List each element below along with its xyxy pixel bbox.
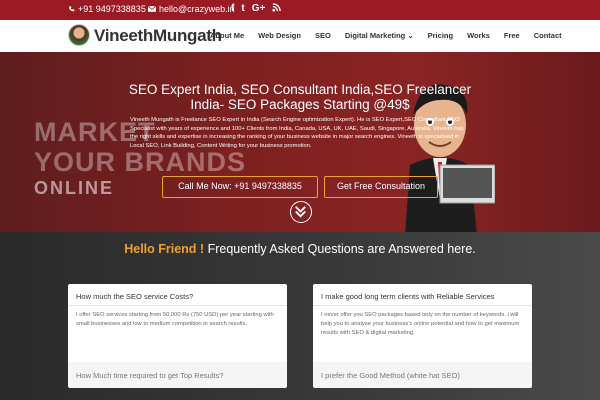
faq-card-collapsed[interactable]: How Much time required to get Top Result… — [68, 362, 287, 388]
faq-heading-text: Frequently Asked Questions are Answered … — [204, 242, 476, 256]
main-nav: About Me Web Design SEO Digital Marketin… — [210, 31, 562, 40]
faq-question: I make good long term clients with Relia… — [321, 292, 495, 301]
faq-answer: I offer SEO services starting from 50,00… — [76, 312, 274, 327]
chevron-down-icon: ⌄ — [407, 31, 414, 40]
double-chevron-down-icon — [295, 206, 306, 218]
scroll-down-button[interactable] — [290, 201, 312, 223]
hero-section: MARKET YOUR BRANDS ONLINE SEO Expert Ind… — [0, 52, 600, 232]
nav-seo[interactable]: SEO — [315, 31, 331, 40]
nav-about-me[interactable]: About Me — [210, 31, 244, 40]
email-contact[interactable]: hello@crazyweb.in — [148, 4, 235, 14]
google-plus-icon[interactable]: G+ — [252, 3, 266, 14]
rss-icon[interactable] — [272, 3, 282, 12]
nav-digital-marketing-label: Digital Marketing — [344, 31, 406, 40]
phone-number: +91 9497338835 — [78, 4, 146, 14]
nav-works[interactable]: Works — [467, 31, 490, 40]
phone-contact[interactable]: +91 9497338835 — [68, 4, 146, 14]
faq-question: How Much time required to get Top Result… — [76, 371, 224, 380]
faq-card-collapsed[interactable]: I prefer the Good Method (white hat SEO) — [313, 362, 532, 388]
nav-digital-marketing[interactable]: Digital Marketing ⌄ — [345, 31, 414, 40]
top-bar: +91 9497338835 hello@crazyweb.in f t G+ — [0, 0, 600, 20]
hero-bg-text-2: YOUR BRANDS — [34, 147, 247, 177]
faq-question: I prefer the Good Method (white hat SEO) — [321, 371, 460, 380]
email-address: hello@crazyweb.in — [159, 4, 235, 14]
nav-contact[interactable]: Contact — [534, 31, 562, 40]
phone-icon — [69, 6, 75, 12]
faq-greeting: Hello Friend ! — [124, 242, 205, 256]
faq-question: How much the SEO service Costs? — [76, 292, 194, 301]
free-consultation-button[interactable]: Get Free Consultation — [324, 176, 438, 198]
twitter-icon[interactable]: t — [241, 3, 244, 14]
faq-answer: I never offer you SEO packages based onl… — [321, 312, 520, 336]
site-logo[interactable]: VineethMungath — [94, 26, 222, 46]
social-links: f t G+ — [231, 3, 282, 14]
mail-icon — [148, 6, 156, 12]
divider — [313, 305, 532, 306]
facebook-icon[interactable]: f — [231, 3, 234, 14]
hero-title: SEO Expert India, SEO Consultant India,S… — [128, 82, 472, 112]
faq-section: Hello Friend ! Frequently Asked Question… — [0, 232, 600, 400]
hero-bg-text-3: ONLINE — [34, 178, 115, 198]
hero-description: Vineeth Mungath is Freelance SEO Expert … — [130, 117, 464, 149]
nav-free[interactable]: Free — [504, 31, 520, 40]
logo-avatar[interactable] — [68, 24, 90, 46]
faq-card[interactable]: How much the SEO service Costs? I offer … — [68, 284, 287, 367]
nav-web-design[interactable]: Web Design — [258, 31, 301, 40]
nav-pricing[interactable]: Pricing — [428, 31, 453, 40]
call-me-button[interactable]: Call Me Now: +91 9497338835 — [162, 176, 318, 198]
site-header: VineethMungath About Me Web Design SEO D… — [0, 20, 600, 52]
divider — [68, 305, 287, 306]
faq-heading: Hello Friend ! Frequently Asked Question… — [0, 242, 600, 256]
faq-card[interactable]: I make good long term clients with Relia… — [313, 284, 532, 367]
